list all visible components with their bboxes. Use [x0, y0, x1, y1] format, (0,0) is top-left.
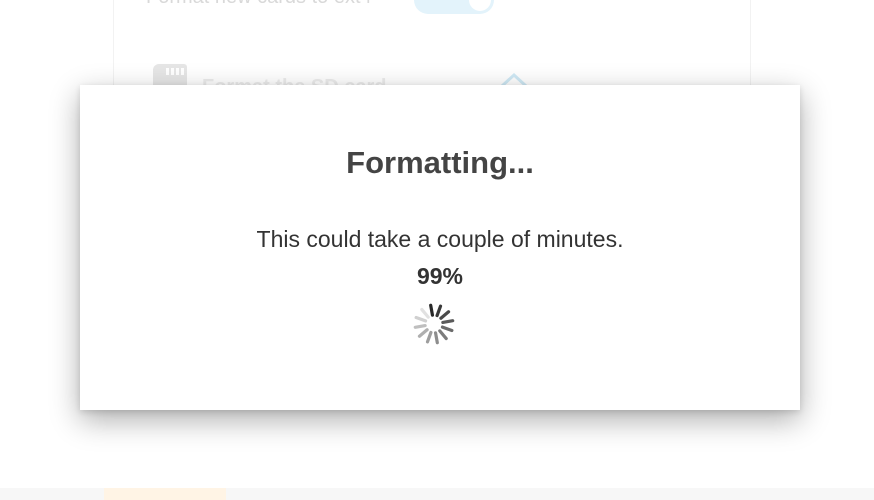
dialog-title: Formatting...	[346, 145, 534, 180]
spinner-spoke	[435, 304, 443, 318]
toggle-knob	[469, 0, 491, 11]
spinner-spoke	[439, 310, 451, 320]
spinner-spoke	[433, 331, 439, 345]
spinner-spoke	[429, 303, 435, 317]
spinner-spoke	[420, 307, 430, 319]
spinner-spoke	[425, 330, 433, 344]
spinner-spoke	[440, 325, 454, 333]
format-setting-label: Format new cards to ext4	[146, 0, 372, 9]
formatting-dialog: Formatting... This could take a couple o…	[80, 85, 800, 410]
loading-spinner-icon	[413, 303, 455, 345]
dialog-message: This could take a couple of minutes.	[256, 226, 624, 252]
spinner-spoke	[441, 319, 455, 325]
spinner-spoke	[413, 323, 427, 329]
spinner-spoke	[414, 315, 428, 323]
bottom-tab[interactable]	[104, 488, 226, 500]
progress-percent: 99%	[416, 263, 464, 289]
spinner-spoke	[417, 328, 429, 338]
format-setting-toggle[interactable]	[414, 0, 494, 14]
spinner-spoke	[438, 329, 448, 341]
